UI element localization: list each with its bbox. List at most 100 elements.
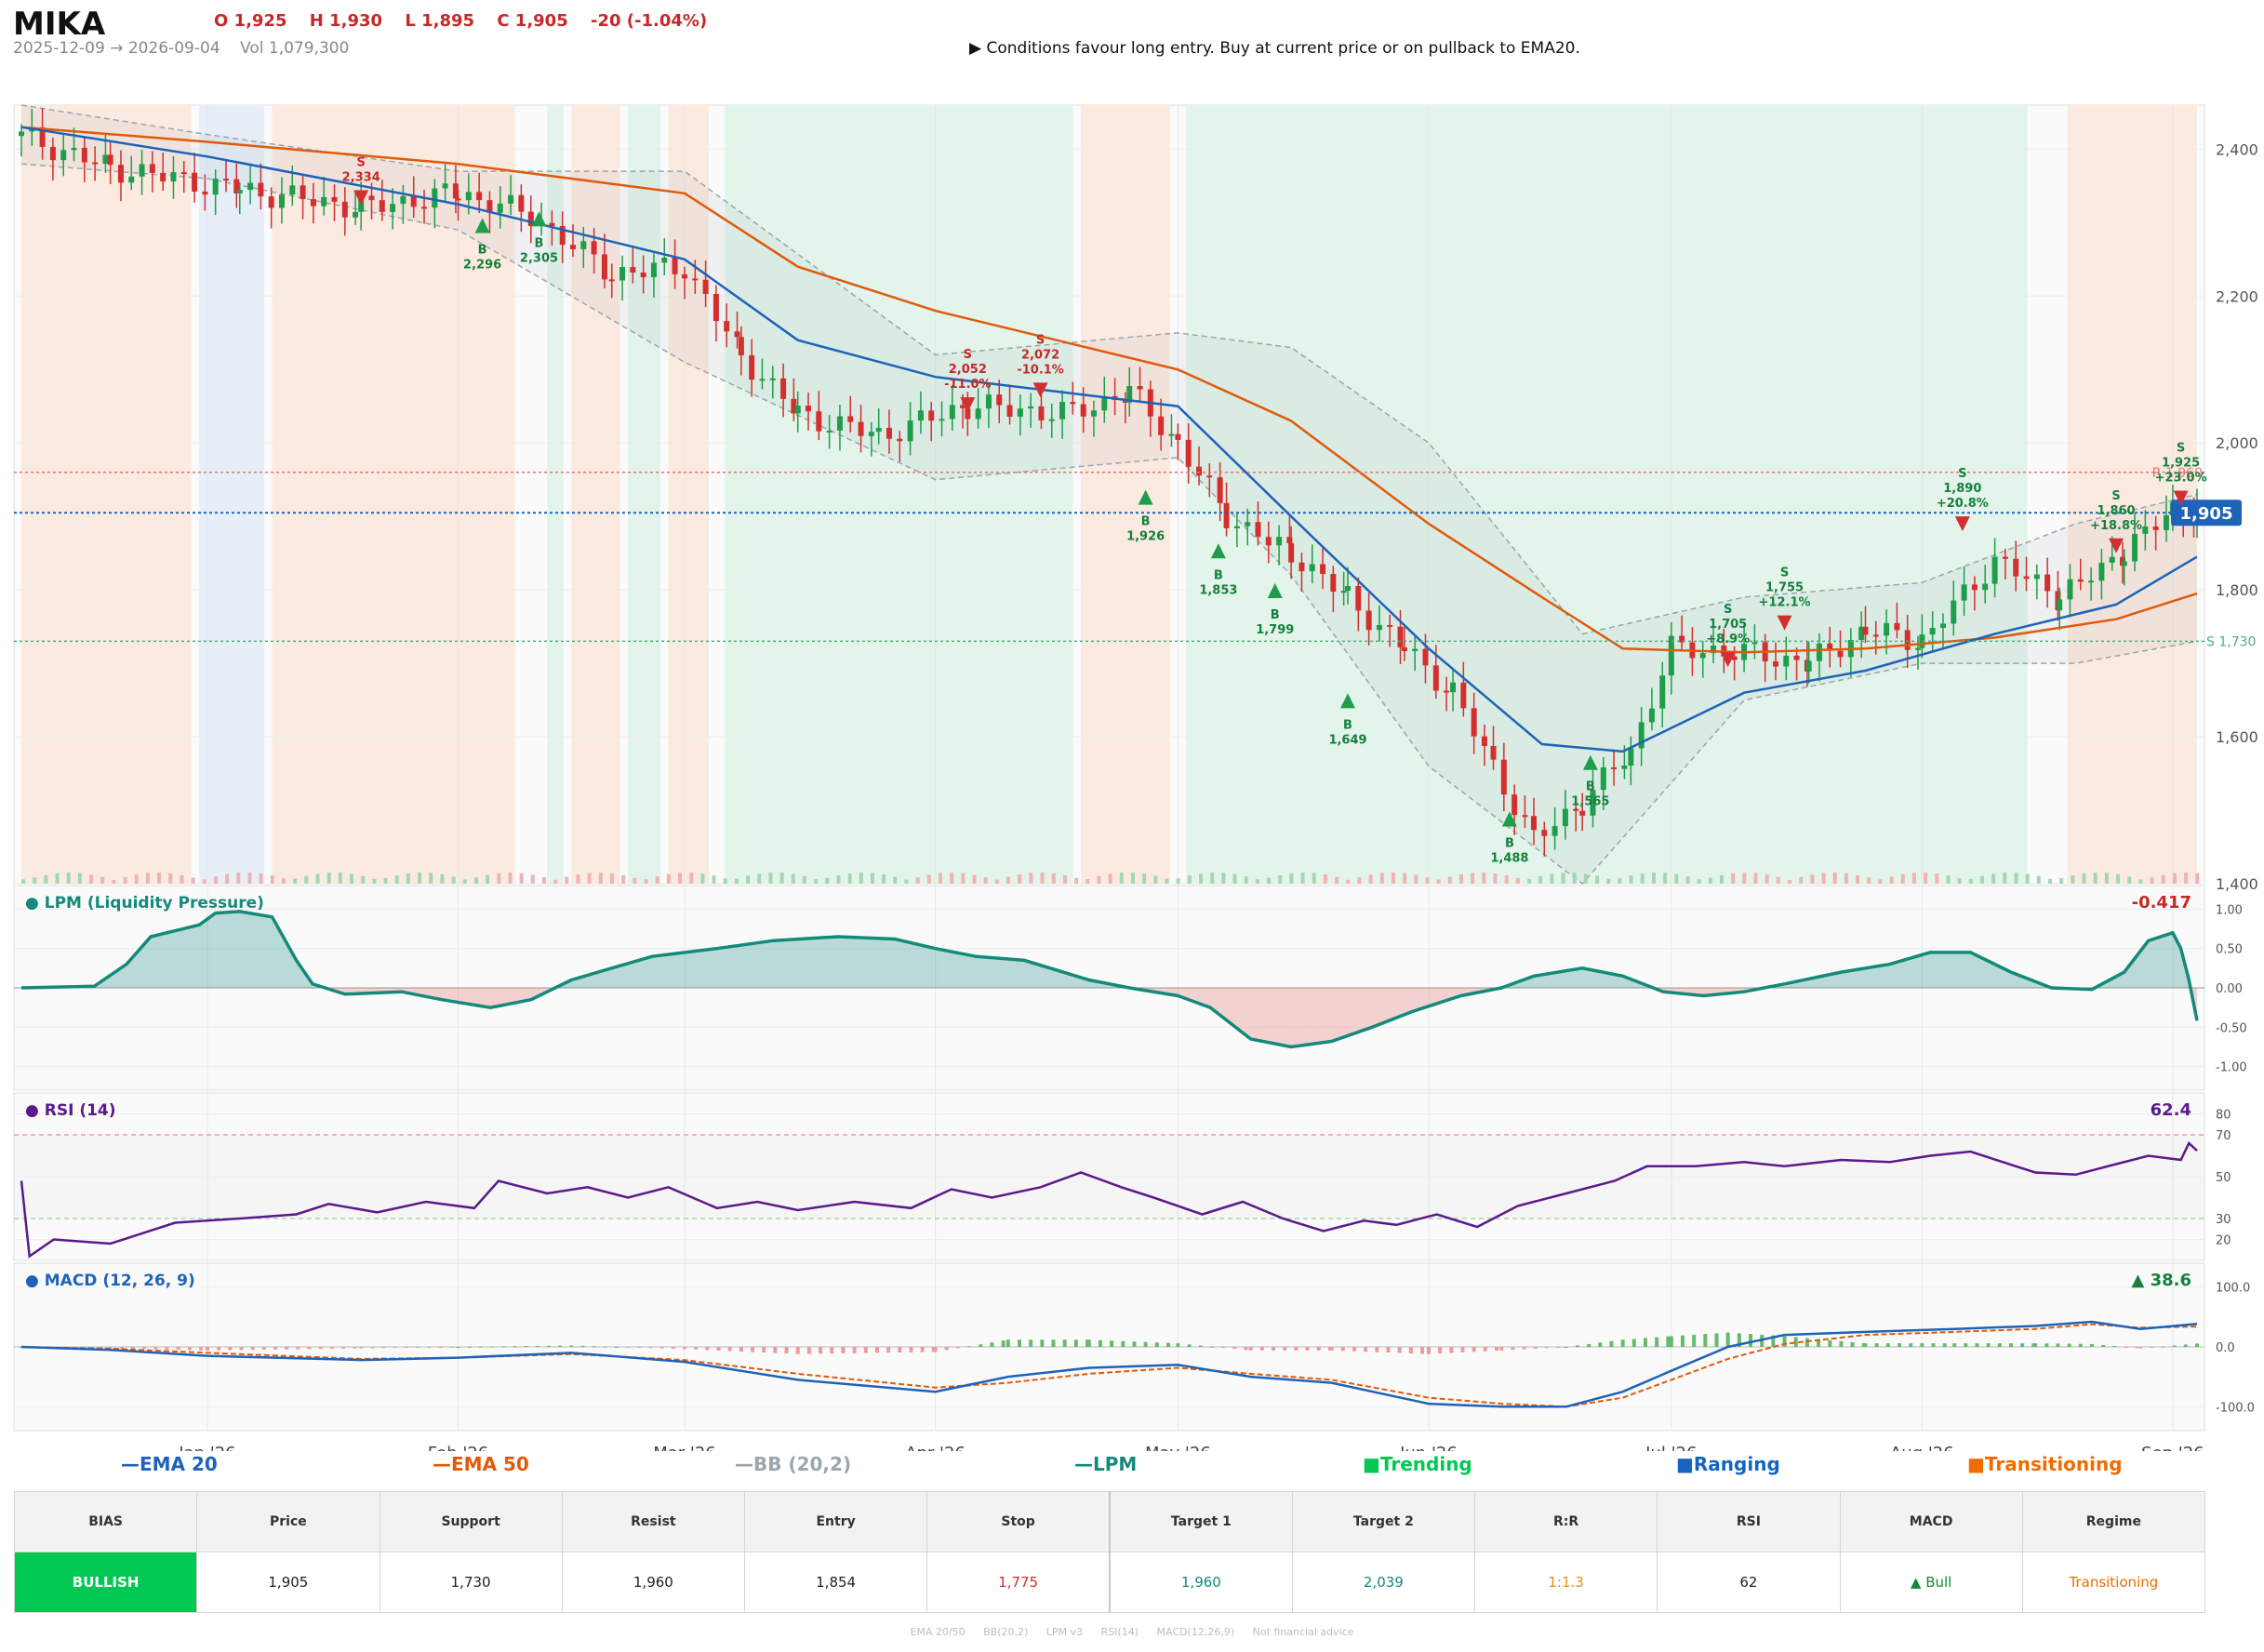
macd-histogram-bar bbox=[659, 1347, 664, 1349]
candle-body bbox=[278, 194, 285, 208]
volume-bar bbox=[236, 873, 241, 884]
candle-body bbox=[1017, 408, 1023, 418]
candle-body bbox=[939, 419, 945, 421]
macd-histogram-bar bbox=[1110, 1340, 1114, 1347]
volume-bar bbox=[1176, 878, 1180, 884]
macd-histogram-bar bbox=[1098, 1339, 1102, 1347]
candle-body bbox=[1422, 648, 1429, 666]
macd-histogram-bar bbox=[2161, 1346, 2165, 1348]
macd-histogram-bar bbox=[2101, 1344, 2106, 1347]
macd-histogram-bar bbox=[2078, 1343, 2083, 1347]
volume-bar bbox=[2003, 873, 2007, 884]
summary-header-row: BIAS Price Support Resist Entry Stop Tar… bbox=[13, 1491, 2206, 1552]
header-macd: MACD bbox=[1839, 1491, 2023, 1552]
candle-body bbox=[949, 405, 955, 420]
macd-histogram-bar bbox=[671, 1347, 675, 1349]
sell-marker-pct: +12.1% bbox=[1759, 596, 1811, 610]
candle-body bbox=[1185, 439, 1192, 467]
volume-bar bbox=[1278, 874, 1283, 884]
candle-body bbox=[1309, 564, 1315, 572]
candle-body bbox=[1070, 402, 1076, 405]
footer-item: RSI(14) bbox=[1100, 1626, 1139, 1638]
value-price: 1,905 bbox=[196, 1552, 380, 1613]
candle-body bbox=[321, 196, 327, 206]
volume-bar bbox=[1572, 873, 1577, 884]
candle-body bbox=[724, 321, 730, 332]
candle-body bbox=[769, 378, 776, 380]
candle-body bbox=[1340, 591, 1347, 593]
lpm-tick-label: -1.00 bbox=[2216, 1061, 2247, 1075]
macd-histogram-bar bbox=[1029, 1339, 1033, 1347]
y-tick-label: 2,200 bbox=[2216, 287, 2258, 305]
lpm-area bbox=[911, 942, 920, 988]
header-bias: BIAS bbox=[13, 1491, 198, 1552]
volume-bar bbox=[1788, 879, 1792, 884]
volume-bar bbox=[1085, 878, 1090, 884]
volume-bar bbox=[247, 873, 252, 884]
macd-histogram-bar bbox=[1669, 1336, 1673, 1347]
candle-body bbox=[341, 201, 348, 218]
candle-body bbox=[368, 195, 375, 201]
macd-histogram-bar bbox=[546, 1345, 551, 1347]
candle-body bbox=[1330, 574, 1337, 593]
lpm-area bbox=[263, 915, 273, 988]
macd-histogram-bar bbox=[592, 1346, 596, 1348]
candle-body bbox=[353, 211, 359, 218]
macd-histogram-bar bbox=[1154, 1342, 1159, 1347]
macd-histogram-bar bbox=[490, 1346, 495, 1348]
footer-note: EMA 20/50 BB(20,2) LPM v3 RSI(14) MACD(1… bbox=[0, 1626, 2264, 1638]
macd-histogram-bar bbox=[1931, 1343, 1936, 1347]
macd-histogram-bar bbox=[513, 1346, 517, 1348]
lpm-area bbox=[199, 918, 207, 988]
volume-bar bbox=[33, 877, 37, 884]
lpm-area bbox=[1291, 988, 1299, 1047]
candle-body bbox=[117, 165, 124, 183]
lpm-tick-label: 0.50 bbox=[2216, 943, 2243, 957]
macd-histogram-bar bbox=[1209, 1346, 1214, 1348]
candle-body bbox=[794, 406, 801, 414]
macd-histogram-bar bbox=[1564, 1347, 1568, 1348]
header-support: Support bbox=[379, 1491, 563, 1552]
lpm-area bbox=[182, 926, 192, 988]
candle-body bbox=[1196, 466, 1203, 476]
footer-item: LPM v3 bbox=[1045, 1626, 1084, 1638]
macd-histogram-bar bbox=[1556, 1347, 1561, 1348]
sell-marker-side: S bbox=[1724, 603, 1732, 617]
macd-histogram-bar bbox=[1408, 1347, 1413, 1354]
macd-histogram-bar bbox=[1782, 1336, 1787, 1347]
candle-body bbox=[1298, 562, 1305, 572]
y-tick-label: 1,400 bbox=[2216, 875, 2258, 893]
volume-bar bbox=[1606, 878, 1611, 884]
volume-bar bbox=[1867, 877, 1871, 884]
volume-bar bbox=[791, 873, 795, 884]
candle-body bbox=[421, 206, 428, 209]
volume-bar bbox=[66, 873, 71, 884]
volume-bar bbox=[610, 873, 615, 884]
candle-body bbox=[928, 410, 935, 421]
macd-histogram-bar bbox=[524, 1346, 528, 1348]
candle-body bbox=[1552, 826, 1558, 836]
volume-bar bbox=[1018, 873, 1022, 884]
value-target1: 1,960 bbox=[1108, 1552, 1293, 1613]
macd-histogram-bar bbox=[1386, 1347, 1391, 1353]
volume-bar bbox=[621, 874, 626, 884]
volume-bar bbox=[1379, 873, 1384, 884]
volume-bar bbox=[926, 874, 931, 884]
macd-histogram-bar bbox=[1575, 1345, 1579, 1347]
lpm-tick-label: 0.00 bbox=[2216, 982, 2243, 996]
volume-bar bbox=[779, 873, 784, 884]
volume-bar bbox=[1493, 873, 1498, 884]
lpm-area bbox=[765, 940, 774, 988]
volume-bar bbox=[836, 874, 841, 884]
candle-body bbox=[847, 416, 854, 422]
candle-body bbox=[1376, 624, 1382, 631]
volume-bar bbox=[1550, 873, 1554, 884]
legend-ema20: — EMA 20 bbox=[121, 1453, 218, 1475]
volume-bar bbox=[633, 877, 637, 884]
lpm-area bbox=[1574, 967, 1583, 988]
candle-body bbox=[180, 172, 187, 175]
header-target2: Target 2 bbox=[1291, 1491, 1476, 1552]
volume-bar bbox=[2161, 874, 2165, 884]
candle-body bbox=[1894, 622, 1900, 631]
lpm-area bbox=[644, 956, 653, 988]
